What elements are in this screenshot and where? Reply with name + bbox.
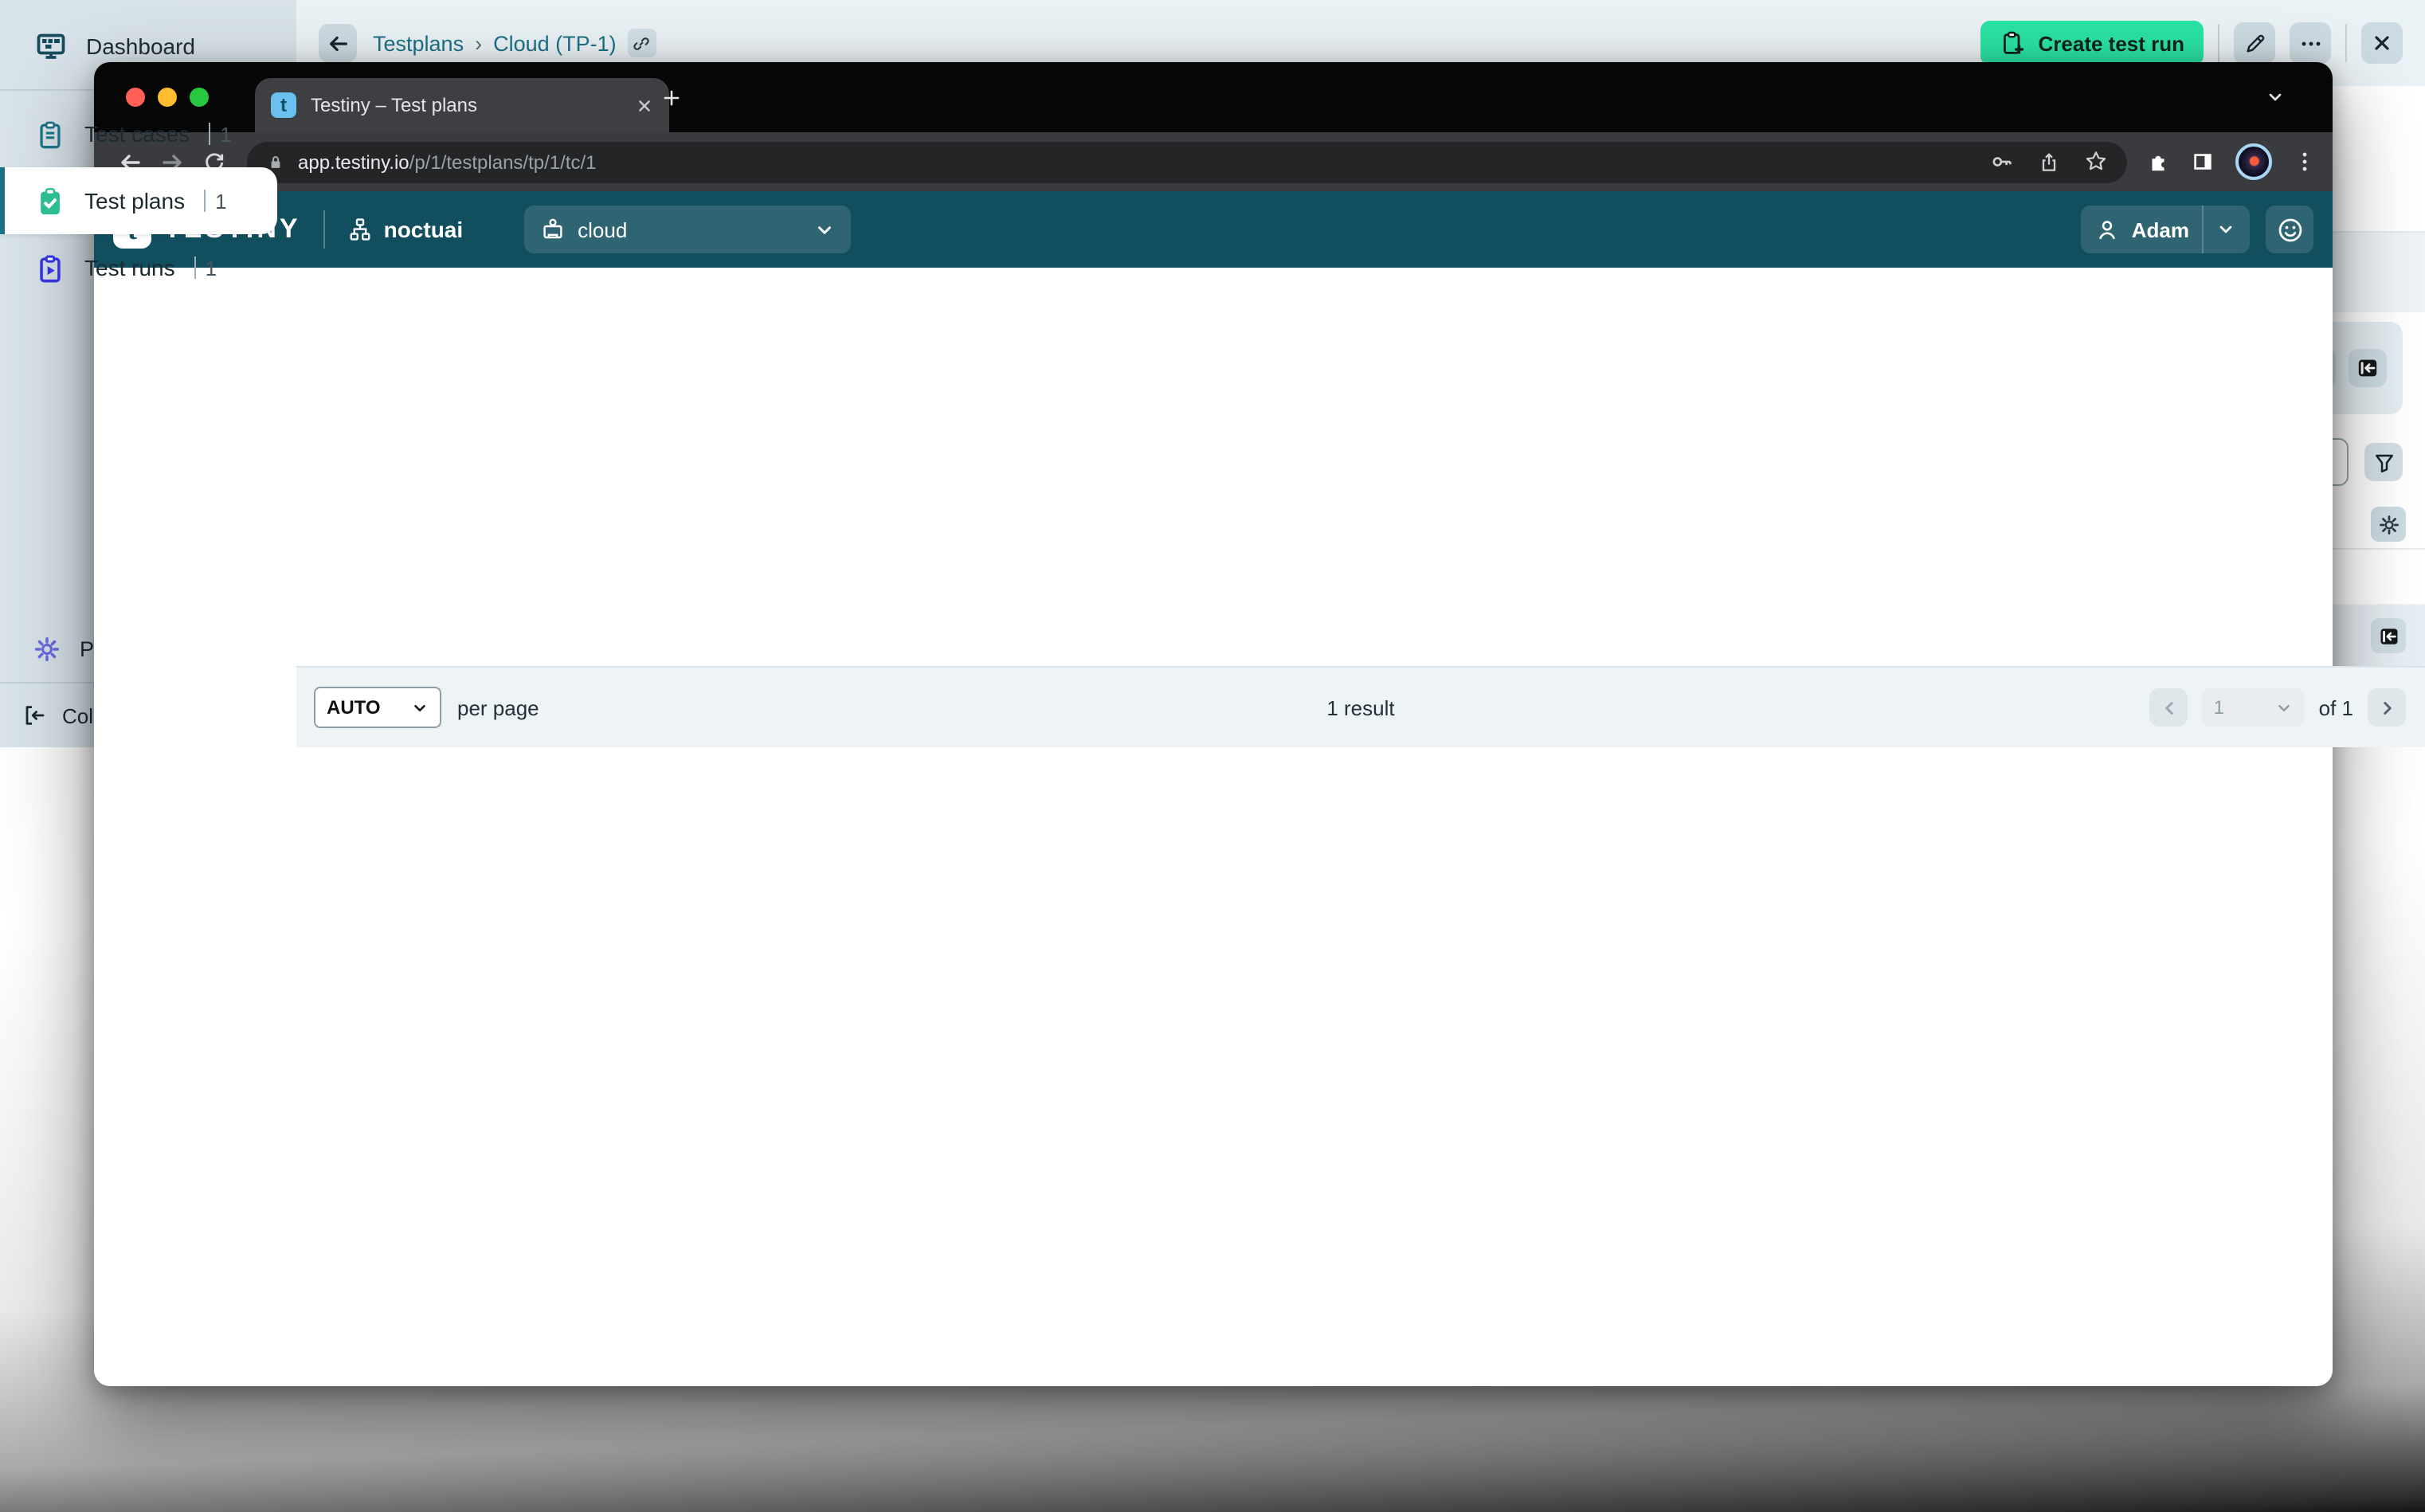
query-open-panel-button[interactable] bbox=[2349, 349, 2387, 387]
test-runs-clipboard-play-icon bbox=[35, 253, 65, 283]
clipboard-play-plus-icon bbox=[2000, 30, 2026, 56]
desktop: t Testiny – Test plans app.testiny.io/p/… bbox=[0, 0, 2425, 1512]
dashboard-icon bbox=[35, 30, 67, 62]
panel-open-icon bbox=[2376, 624, 2400, 648]
url-text[interactable]: app.testiny.io/p/1/testplans/tp/1/tc/1 bbox=[298, 151, 1977, 173]
breadcrumb-testplans-link[interactable]: Testplans bbox=[373, 31, 464, 55]
breadcrumb-back-button[interactable] bbox=[319, 24, 357, 62]
sidebar-item-dashboard[interactable]: Dashboard bbox=[0, 13, 296, 80]
profile-avatar[interactable] bbox=[2235, 143, 2272, 180]
previous-page-button[interactable] bbox=[2150, 688, 2188, 727]
pagination-footer: AUTO per page 1 result 1 of 1 bbox=[296, 666, 2425, 747]
header-divider bbox=[323, 210, 325, 249]
page-size-select[interactable]: AUTO bbox=[314, 687, 441, 728]
edit-button[interactable] bbox=[2234, 22, 2275, 64]
chevron-down-icon bbox=[2276, 699, 2294, 716]
sidebar-item-test-cases[interactable]: Test cases 1 bbox=[0, 100, 296, 167]
action-divider bbox=[2345, 24, 2347, 62]
browser-menu-icon[interactable] bbox=[2293, 150, 2317, 174]
next-page-button[interactable] bbox=[2368, 688, 2406, 727]
copy-link-button[interactable] bbox=[628, 29, 656, 57]
gear-icon bbox=[32, 633, 62, 664]
organization-name: noctuai bbox=[384, 217, 464, 242]
breadcrumb-current-link[interactable]: Cloud (TP-1) bbox=[493, 31, 617, 55]
search-tabs-chevron-icon[interactable] bbox=[2266, 88, 2285, 107]
user-button-divider bbox=[2202, 206, 2204, 253]
close-detail-button[interactable] bbox=[2361, 22, 2403, 64]
page-of-label: of 1 bbox=[2319, 695, 2353, 719]
user-icon bbox=[2095, 217, 2119, 241]
breadcrumb-separator: › bbox=[475, 31, 482, 55]
test-plans-clipboard-check-icon bbox=[35, 186, 65, 216]
chevron-down-icon bbox=[813, 219, 834, 240]
project-select[interactable]: cloud bbox=[523, 206, 850, 253]
panel-open-icon bbox=[2355, 355, 2380, 381]
extensions-puzzle-icon[interactable] bbox=[2146, 150, 2170, 174]
browser-toolbar: app.testiny.io/p/1/testplans/tp/1/tc/1 bbox=[94, 132, 2333, 191]
feedback-button[interactable] bbox=[2266, 206, 2313, 253]
address-bar[interactable]: app.testiny.io/p/1/testplans/tp/1/tc/1 bbox=[247, 141, 2127, 182]
test-plans-count: 1 bbox=[204, 189, 226, 213]
new-tab-button[interactable] bbox=[661, 88, 682, 108]
browser-tab-strip: t Testiny – Test plans bbox=[94, 62, 2333, 132]
row-open-panel-button[interactable] bbox=[2371, 618, 2406, 653]
create-test-run-button[interactable]: Create test run bbox=[1981, 21, 2204, 65]
per-page-label: per page bbox=[457, 695, 539, 719]
share-icon[interactable] bbox=[2038, 151, 2060, 173]
bookmark-star-icon[interactable] bbox=[2084, 150, 2108, 174]
chevron-down-icon bbox=[411, 699, 429, 716]
tab-title: Testiny – Test plans bbox=[311, 94, 621, 116]
organization-switcher[interactable]: noctuai bbox=[347, 217, 464, 242]
chevron-down-icon bbox=[2216, 220, 2235, 239]
user-menu-button[interactable]: Adam bbox=[2081, 206, 2250, 253]
advanced-filter-button[interactable] bbox=[2364, 443, 2403, 481]
organization-icon bbox=[347, 217, 373, 242]
more-actions-button[interactable] bbox=[2290, 22, 2331, 64]
sidebar-item-test-plans[interactable]: Test plans 1 bbox=[0, 167, 277, 234]
sidebar-item-test-runs[interactable]: Test runs 1 bbox=[0, 234, 296, 301]
column-settings-button[interactable] bbox=[2371, 507, 2406, 542]
results-count: 1 result bbox=[296, 695, 2425, 719]
tab-close-icon[interactable] bbox=[636, 96, 653, 114]
page-number-select[interactable]: 1 bbox=[2203, 688, 2305, 727]
test-cases-count: 1 bbox=[209, 122, 231, 146]
test-cases-clipboard-icon bbox=[35, 119, 65, 149]
project-box-icon bbox=[539, 217, 565, 242]
smiley-icon bbox=[2276, 216, 2303, 243]
app-header: t TESTINY noctuai cloud Adam bbox=[94, 191, 2333, 268]
action-divider bbox=[2218, 24, 2219, 62]
password-key-icon[interactable] bbox=[1990, 150, 2014, 174]
user-name: Adam bbox=[2132, 217, 2189, 241]
project-name: cloud bbox=[578, 217, 627, 241]
side-panel-icon[interactable] bbox=[2191, 150, 2215, 174]
collapse-icon bbox=[22, 703, 48, 728]
test-runs-count: 1 bbox=[194, 256, 217, 280]
browser-tab[interactable]: t Testiny – Test plans bbox=[255, 78, 669, 132]
breadcrumb: Testplans › Cloud (TP-1) bbox=[373, 29, 656, 57]
